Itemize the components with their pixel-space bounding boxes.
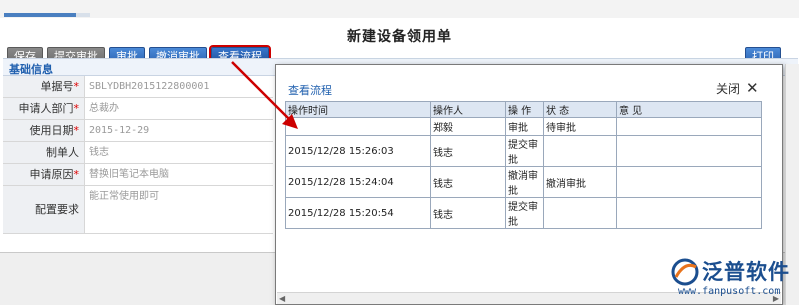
cell-status (543, 135, 617, 167)
close-icon[interactable]: ✕ (746, 79, 759, 97)
creator-input[interactable]: 钱志 (85, 142, 273, 163)
field-row: 申请原因* 替换旧笔记本电脑 (3, 164, 273, 186)
field-row: 使用日期* 2015-12-29 (3, 120, 273, 142)
cell-status: 撤消审批 (543, 166, 617, 198)
cell-status: 待审批 (543, 117, 617, 136)
column-header: 操作人 (430, 101, 506, 118)
cell-action: 提交审批 (505, 135, 544, 167)
column-header: 操作时间 (285, 101, 431, 118)
cell-status (543, 197, 617, 229)
field-label: 申请原因* (3, 164, 85, 185)
cell-action: 撤消审批 (505, 166, 544, 198)
reason-input[interactable]: 替换旧笔记本电脑 (85, 164, 273, 185)
table-row: 郑毅 审批 待审批 (285, 117, 762, 136)
cell-operator: 钱志 (430, 135, 506, 167)
field-label: 单据号* (3, 76, 85, 97)
cell-operator: 钱志 (430, 166, 506, 198)
cell-time: 2015/12/28 15:24:04 (285, 166, 431, 198)
logo-name: 泛普软件 (702, 260, 790, 284)
department-input[interactable]: 总裁办 (85, 98, 273, 119)
cell-time: 2015/12/28 15:20:54 (285, 197, 431, 229)
logo-url: www.fanpusoft.com (678, 286, 781, 297)
document-number-input[interactable]: SBLYDBH2015122800001 (85, 76, 273, 97)
field-label: 制单人 (3, 142, 85, 163)
column-header: 操 作 (505, 101, 544, 118)
form-fields: 单据号* SBLYDBH2015122800001 申请人部门* 总裁办 使用日… (3, 76, 273, 234)
flow-table-header: 操作时间 操作人 操 作 状 态 意 见 (285, 101, 762, 118)
cell-time (285, 117, 431, 136)
cell-action: 提交审批 (505, 197, 544, 229)
field-label: 申请人部门* (3, 98, 85, 119)
cell-opinion (616, 166, 762, 198)
page-footer-area (0, 253, 275, 305)
field-row: 单据号* SBLYDBH2015122800001 (3, 76, 273, 98)
field-row: 制单人 钱志 (3, 142, 273, 164)
section-title: 基础信息 (9, 63, 53, 76)
field-row: 配置要求 能正常使用即可 (3, 186, 273, 234)
scroll-left-icon[interactable]: ◀ (279, 293, 285, 305)
dialog-title: 查看流程 (288, 84, 332, 97)
loading-bar-fill (4, 13, 76, 17)
cell-opinion (616, 117, 762, 136)
cell-opinion (616, 197, 762, 229)
table-row: 2015/12/28 15:26:03 钱志 提交审批 (285, 135, 762, 167)
use-date-input[interactable]: 2015-12-29 (85, 120, 273, 141)
field-row: 申请人部门* 总裁办 (3, 98, 273, 120)
close-button-label[interactable]: 关闭 (716, 80, 740, 97)
form-title: 新建设备领用单 (347, 29, 452, 45)
column-header: 意 见 (616, 101, 762, 118)
config-requirement-textarea[interactable]: 能正常使用即可 (85, 186, 273, 233)
field-label: 使用日期* (3, 120, 85, 141)
cell-action: 审批 (505, 117, 544, 136)
table-row: 2015/12/28 15:20:54 钱志 提交审批 (285, 197, 762, 229)
cell-operator: 钱志 (430, 197, 506, 229)
flow-table: 操作时间 操作人 操 作 状 态 意 见 郑毅 审批 待审批 2015/12/2… (285, 101, 762, 229)
cell-operator: 郑毅 (430, 117, 506, 136)
column-header: 状 态 (543, 101, 617, 118)
table-row: 2015/12/28 15:24:04 钱志 撤消审批 撤消审批 (285, 166, 762, 198)
brand-logo: 泛普软件 www.fanpusoft.com (670, 256, 795, 304)
field-label: 配置要求 (3, 186, 85, 233)
logo-mark-icon (671, 258, 699, 286)
cell-time: 2015/12/28 15:26:03 (285, 135, 431, 167)
cell-opinion (616, 135, 762, 167)
